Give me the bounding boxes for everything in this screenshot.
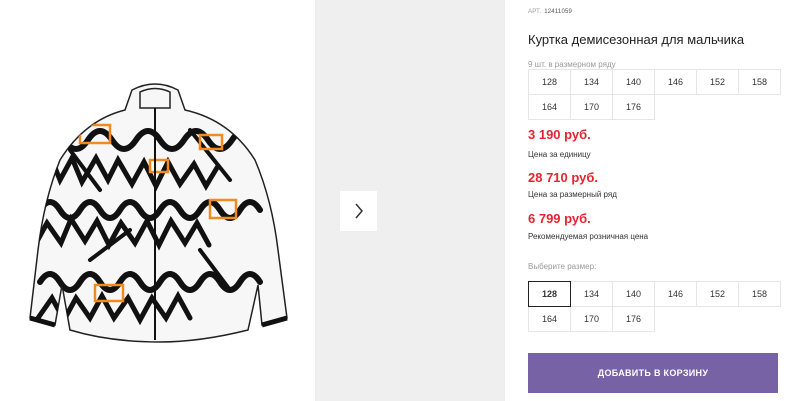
product-gallery: [0, 0, 505, 401]
size-row-grid: 128 134 140 146 152 158 164 170 176: [528, 69, 781, 120]
retail-price-label: Рекомендуемая розничная цена: [528, 232, 649, 241]
size-row-cell: 146: [654, 69, 697, 95]
size-row-cell: 140: [612, 69, 655, 95]
size-row-cell: 152: [696, 69, 739, 95]
size-row-cell: 134: [570, 69, 613, 95]
product-title: Куртка демисезонная для мальчика: [528, 32, 745, 47]
size-option[interactable]: 158: [738, 281, 781, 307]
row-price: 28 710 руб.: [528, 170, 599, 185]
size-row-cell: 176: [612, 94, 655, 120]
product-image[interactable]: [0, 0, 315, 401]
size-option[interactable]: 176: [612, 306, 655, 332]
size-row-info: 9 шт. в размерном ряду: [528, 60, 616, 69]
unit-price: 3 190 руб.: [528, 127, 591, 142]
next-image-button[interactable]: [340, 191, 377, 231]
unit-price-label: Цена за единицу: [528, 150, 591, 159]
article-value: 12411059: [544, 9, 573, 15]
size-select-grid: 128 134 140 146 152 158 164 170 176: [528, 281, 781, 332]
article-number: АРТ. 12411059: [528, 9, 572, 15]
size-row-cell: 158: [738, 69, 781, 95]
article-label: АРТ.: [528, 9, 542, 15]
size-row-cell: 170: [570, 94, 613, 120]
size-option[interactable]: 164: [528, 306, 571, 332]
chevron-right-icon: [354, 203, 363, 219]
jacket-image: [29, 83, 288, 343]
size-option[interactable]: 170: [570, 306, 613, 332]
row-price-label: Цена за размерный ряд: [528, 190, 617, 199]
size-option[interactable]: 140: [612, 281, 655, 307]
add-to-cart-button[interactable]: ДОБАВИТЬ В КОРЗИНУ: [528, 353, 778, 393]
size-option-selected[interactable]: 128: [528, 281, 571, 307]
retail-price: 6 799 руб.: [528, 211, 591, 226]
size-select-label: Выберите размер:: [528, 262, 597, 271]
size-option[interactable]: 152: [696, 281, 739, 307]
size-option[interactable]: 134: [570, 281, 613, 307]
size-option[interactable]: 146: [654, 281, 697, 307]
size-row-cell: 128: [528, 69, 571, 95]
size-row-cell: 164: [528, 94, 571, 120]
